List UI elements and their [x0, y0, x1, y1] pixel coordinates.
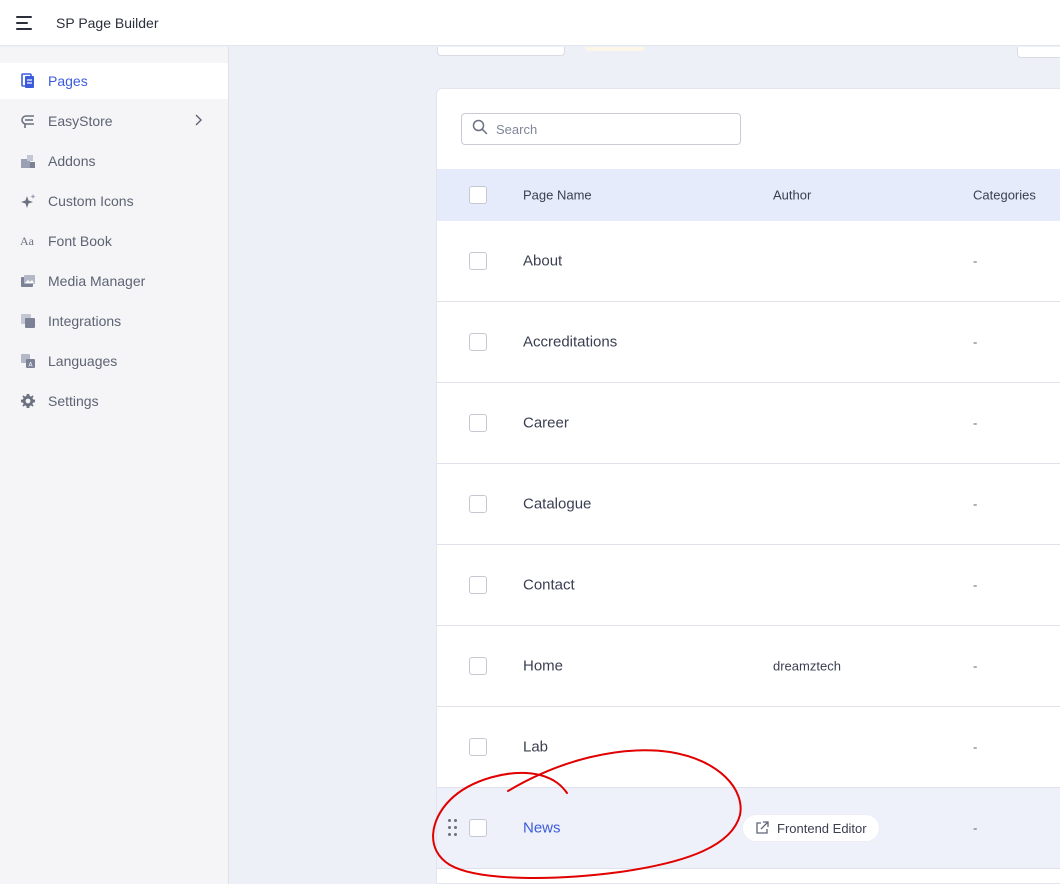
- sidebar: Pages EasyStore Addons Custom Icons Aa F…: [0, 47, 229, 884]
- row-checkbox[interactable]: [469, 252, 487, 270]
- sidebar-item-easystore[interactable]: EasyStore: [0, 101, 228, 141]
- table-row[interactable]: Catalogue -: [437, 464, 1060, 545]
- languages-icon: A: [20, 353, 36, 369]
- chevron-right-icon: [194, 113, 204, 129]
- sidebar-item-label: Custom Icons: [48, 193, 134, 209]
- row-checkbox[interactable]: [469, 738, 487, 756]
- page-name[interactable]: Career: [523, 415, 569, 432]
- table-row[interactable]: Accreditations -: [437, 302, 1060, 383]
- top-bar: SP Page Builder: [0, 0, 1060, 46]
- page-categories: -: [973, 820, 978, 836]
- sidebar-item-media-manager[interactable]: Media Manager: [0, 261, 228, 301]
- frontend-editor-button[interactable]: Frontend Editor: [742, 814, 880, 842]
- page-categories: -: [973, 658, 978, 674]
- table-header: Page Name Author Categories: [437, 169, 1060, 221]
- row-checkbox[interactable]: [469, 819, 487, 837]
- sidebar-item-label: Pages: [48, 73, 88, 89]
- table-row[interactable]: Contact -: [437, 545, 1060, 626]
- addons-icon: [20, 153, 36, 169]
- sidebar-item-label: Integrations: [48, 313, 122, 329]
- sidebar-item-custom-icons[interactable]: Custom Icons: [0, 181, 228, 221]
- sidebar-item-languages[interactable]: A Languages: [0, 341, 228, 381]
- main-content: Page Name Author Categories About - Accr…: [230, 47, 1060, 884]
- table-row[interactable]: Lab -: [437, 707, 1060, 788]
- search-box[interactable]: [461, 113, 741, 145]
- row-checkbox[interactable]: [469, 495, 487, 513]
- sidebar-item-label: EasyStore: [48, 113, 113, 129]
- column-header-categories[interactable]: Categories: [973, 188, 1036, 203]
- integrations-icon: [20, 313, 36, 329]
- sidebar-item-settings[interactable]: Settings: [0, 381, 228, 421]
- page-categories: -: [973, 253, 978, 269]
- page-name[interactable]: Lab: [523, 739, 548, 756]
- frontend-editor-label: Frontend Editor: [777, 820, 867, 836]
- search-icon: [472, 119, 488, 140]
- row-checkbox[interactable]: [469, 657, 487, 675]
- page-categories: -: [973, 577, 978, 593]
- sidebar-item-addons[interactable]: Addons: [0, 141, 228, 181]
- row-checkbox[interactable]: [469, 333, 487, 351]
- pages-table-card: Page Name Author Categories About - Accr…: [436, 88, 1060, 884]
- column-header-author[interactable]: Author: [773, 188, 811, 203]
- page-categories: -: [973, 334, 978, 350]
- row-checkbox[interactable]: [469, 414, 487, 432]
- toolbar-control[interactable]: [1017, 47, 1060, 58]
- svg-text:Aa: Aa: [20, 234, 35, 248]
- external-link-icon: [756, 821, 769, 834]
- sidebar-item-font-book[interactable]: Aa Font Book: [0, 221, 228, 261]
- toolbar-badge: [585, 47, 645, 51]
- sidebar-item-label: Settings: [48, 393, 99, 409]
- page-name[interactable]: Catalogue: [523, 496, 591, 513]
- media-icon: [20, 273, 36, 289]
- font-icon: Aa: [20, 233, 36, 249]
- table-row-hovered[interactable]: News Frontend Editor -: [437, 788, 1060, 869]
- table-row[interactable]: Home dreamztech -: [437, 626, 1060, 707]
- page-name[interactable]: Home: [523, 658, 563, 675]
- select-all-checkbox[interactable]: [469, 186, 487, 204]
- row-checkbox[interactable]: [469, 576, 487, 594]
- sidebar-item-pages[interactable]: Pages: [0, 63, 228, 99]
- search-input[interactable]: [496, 121, 726, 137]
- sidebar-item-label: Addons: [48, 153, 96, 169]
- sidebar-item-label: Media Manager: [48, 273, 146, 289]
- drag-handle-icon[interactable]: [448, 819, 458, 837]
- page-author: dreamztech: [773, 658, 841, 674]
- page-categories: -: [973, 496, 978, 512]
- sidebar-item-label: Languages: [48, 353, 118, 369]
- page-name[interactable]: About: [523, 253, 562, 270]
- app-title: SP Page Builder: [56, 14, 159, 31]
- easystore-icon: [20, 113, 36, 129]
- sidebar-item-label: Font Book: [48, 233, 112, 249]
- table-row[interactable]: Career -: [437, 383, 1060, 464]
- page-categories: -: [973, 739, 978, 755]
- sparkle-icon: [20, 193, 36, 209]
- pages-icon: [20, 73, 36, 89]
- menu-toggle-icon[interactable]: [16, 15, 34, 30]
- page-name-link[interactable]: News: [523, 820, 561, 837]
- column-header-page-name[interactable]: Page Name: [523, 188, 592, 203]
- gear-icon: [20, 393, 36, 409]
- sidebar-item-integrations[interactable]: Integrations: [0, 301, 228, 341]
- toolbar-button[interactable]: [437, 47, 565, 56]
- table-row[interactable]: About -: [437, 221, 1060, 302]
- page-name[interactable]: Contact: [523, 577, 575, 594]
- page-categories: -: [973, 415, 978, 431]
- page-name[interactable]: Accreditations: [523, 334, 617, 351]
